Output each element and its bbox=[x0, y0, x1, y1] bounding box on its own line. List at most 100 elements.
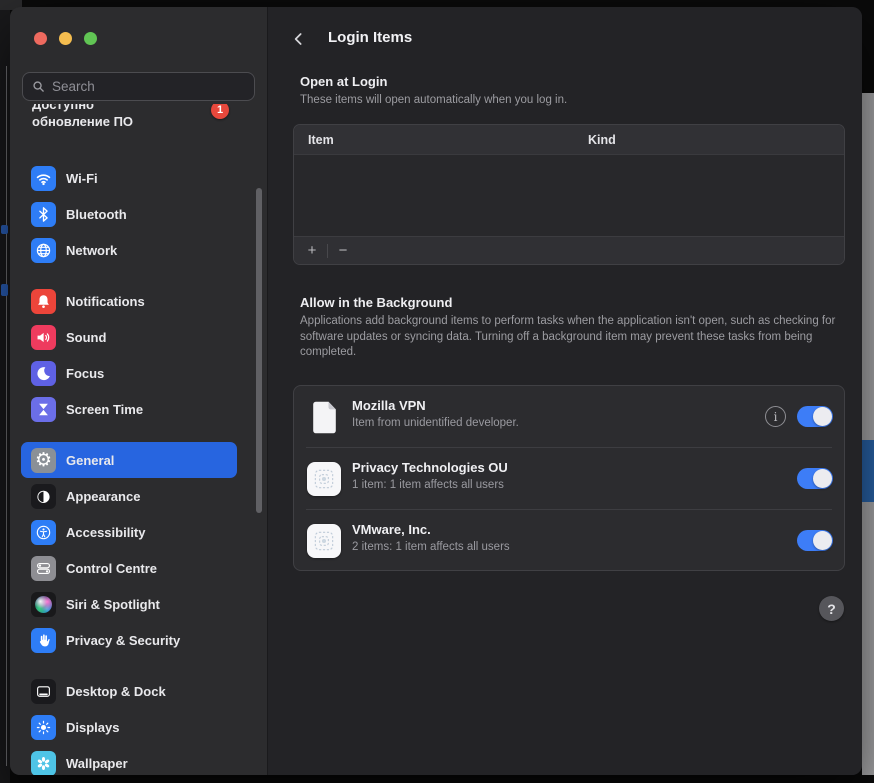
background-window-edge-right bbox=[862, 93, 874, 775]
wifi-icon bbox=[31, 166, 56, 191]
sidebar-item-wallpaper[interactable]: Wallpaper bbox=[21, 745, 237, 775]
add-login-item-button[interactable]: + bbox=[302, 241, 322, 261]
search-icon bbox=[31, 79, 46, 94]
moon-icon bbox=[31, 361, 56, 386]
sidebar: Search Доступно обновление ПО 1 Wi-Fi bbox=[10, 7, 268, 775]
toggles-icon bbox=[31, 556, 56, 581]
globe-icon bbox=[31, 238, 56, 263]
sidebar-item-bluetooth[interactable]: Bluetooth bbox=[21, 196, 237, 232]
sidebar-item-privacy-security[interactable]: Privacy & Security bbox=[21, 622, 237, 658]
extension-icon bbox=[306, 523, 342, 559]
document-icon bbox=[306, 399, 342, 435]
open-at-login-description: These items will open automatically when… bbox=[300, 93, 840, 109]
sidebar-item-sound[interactable]: Sound bbox=[21, 319, 237, 355]
sidebar-item-label: General bbox=[66, 453, 114, 468]
sun-icon bbox=[31, 715, 56, 740]
sidebar-item-label: Accessibility bbox=[66, 525, 146, 540]
sidebar-item-siri-spotlight[interactable]: Siri & Spotlight bbox=[21, 586, 237, 622]
button-divider bbox=[327, 244, 328, 258]
open-at-login-table: Item Kind + − bbox=[293, 124, 845, 265]
table-footer: + − bbox=[294, 236, 844, 264]
sidebar-item-wifi[interactable]: Wi-Fi bbox=[21, 160, 237, 196]
background-window-blue-fragment bbox=[1, 284, 8, 296]
minimize-button[interactable] bbox=[59, 32, 72, 45]
column-header-kind: Kind bbox=[588, 133, 616, 147]
appearance-icon: ◑ bbox=[31, 484, 56, 509]
search-input[interactable]: Search bbox=[22, 72, 255, 101]
info-icon[interactable]: i bbox=[765, 406, 786, 427]
sidebar-item-focus[interactable]: Focus bbox=[21, 355, 237, 391]
table-header: Item Kind bbox=[294, 125, 844, 155]
background-item-name: Mozilla VPN bbox=[352, 398, 426, 413]
privacy-technologies-toggle[interactable] bbox=[797, 468, 833, 489]
sidebar-item-network[interactable]: Network bbox=[21, 232, 237, 268]
zoom-button[interactable] bbox=[84, 32, 97, 45]
background-item-row: Mozilla VPN Item from unidentified devel… bbox=[294, 386, 844, 448]
sidebar-item-desktop-dock[interactable]: Desktop & Dock bbox=[21, 673, 237, 709]
bluetooth-icon bbox=[31, 202, 56, 227]
sidebar-item-displays[interactable]: Displays bbox=[21, 709, 237, 745]
extension-icon bbox=[306, 461, 342, 497]
dock-icon bbox=[31, 679, 56, 704]
background-item-row: Privacy Technologies OU 1 item: 1 item a… bbox=[294, 448, 844, 510]
flower-icon bbox=[31, 751, 56, 776]
back-button[interactable] bbox=[288, 28, 310, 50]
sidebar-item-label: Control Centre bbox=[66, 561, 157, 576]
sidebar-item-accessibility[interactable]: Accessibility bbox=[21, 514, 237, 550]
allow-background-description: Applications add background items to per… bbox=[300, 314, 840, 361]
background-window-edge-left bbox=[0, 0, 10, 783]
background-item-row: VMware, Inc. 2 items: 1 item affects all… bbox=[294, 510, 844, 572]
sidebar-group-network: Wi-Fi Bluetooth Network bbox=[21, 160, 256, 268]
sidebar-item-label: Desktop & Dock bbox=[66, 684, 166, 699]
sidebar-item-software-update[interactable]: Доступно обновление ПО 1 bbox=[21, 104, 256, 130]
background-item-name: VMware, Inc. bbox=[352, 522, 431, 537]
background-window-divider bbox=[6, 66, 7, 766]
sidebar-item-control-centre[interactable]: Control Centre bbox=[21, 550, 237, 586]
sidebar-item-label: Bluetooth bbox=[66, 207, 127, 222]
hand-icon bbox=[31, 628, 56, 653]
sidebar-scrollbar[interactable] bbox=[256, 188, 262, 513]
help-button[interactable]: ? bbox=[819, 596, 844, 621]
accessibility-icon bbox=[31, 520, 56, 545]
sidebar-item-label: Siri & Spotlight bbox=[66, 597, 160, 612]
sidebar-item-label: Appearance bbox=[66, 489, 140, 504]
sidebar-item-label: Focus bbox=[66, 366, 104, 381]
background-window-blue-fragment bbox=[1, 225, 8, 234]
search-placeholder: Search bbox=[52, 79, 95, 94]
mozilla-vpn-toggle[interactable] bbox=[797, 406, 833, 427]
bell-icon bbox=[31, 289, 56, 314]
table-body-empty[interactable] bbox=[294, 155, 844, 236]
background-window-scrollbar-fragment bbox=[862, 440, 874, 502]
sidebar-item-label: Wi-Fi bbox=[66, 171, 98, 186]
background-item-detail: Item from unidentified developer. bbox=[352, 417, 519, 429]
sidebar-item-label: Displays bbox=[66, 720, 119, 735]
sidebar-item-label: Notifications bbox=[66, 294, 145, 309]
open-at-login-heading: Open at Login bbox=[300, 74, 387, 89]
column-header-item: Item bbox=[308, 133, 334, 147]
chevron-left-icon bbox=[291, 31, 307, 47]
system-settings-window: Search Доступно обновление ПО 1 Wi-Fi bbox=[10, 7, 862, 775]
remove-login-item-button[interactable]: − bbox=[333, 241, 353, 261]
allow-background-heading: Allow in the Background bbox=[300, 295, 452, 310]
sidebar-item-general[interactable]: ⚙ General bbox=[21, 442, 237, 478]
login-items-pane: Login Items Open at Login These items wi… bbox=[268, 7, 862, 775]
background-items-list: Mozilla VPN Item from unidentified devel… bbox=[293, 385, 845, 571]
background-item-name: Privacy Technologies OU bbox=[352, 460, 508, 475]
speaker-icon bbox=[31, 325, 56, 350]
gear-icon: ⚙ bbox=[31, 448, 56, 473]
sidebar-item-label: Network bbox=[66, 243, 117, 258]
traffic-lights bbox=[34, 32, 97, 45]
sidebar-item-label: Privacy & Security bbox=[66, 633, 180, 648]
background-item-detail: 2 items: 1 item affects all users bbox=[352, 541, 510, 553]
sidebar-group-alerts: Notifications Sound Focus bbox=[21, 283, 256, 427]
close-button[interactable] bbox=[34, 32, 47, 45]
vmware-toggle[interactable] bbox=[797, 530, 833, 551]
sidebar-item-screen-time[interactable]: Screen Time bbox=[21, 391, 237, 427]
sidebar-group-display: Desktop & Dock Displays Wallpaper bbox=[21, 673, 256, 775]
sidebar-item-appearance[interactable]: ◑ Appearance bbox=[21, 478, 237, 514]
sidebar-item-label: Screen Time bbox=[66, 402, 143, 417]
sidebar-group-system: ⚙ General ◑ Appearance Accessibility bbox=[21, 442, 256, 658]
sidebar-list: Доступно обновление ПО 1 Wi-Fi Bluetooth bbox=[10, 104, 267, 775]
sidebar-item-notifications[interactable]: Notifications bbox=[21, 283, 237, 319]
hourglass-icon bbox=[31, 397, 56, 422]
